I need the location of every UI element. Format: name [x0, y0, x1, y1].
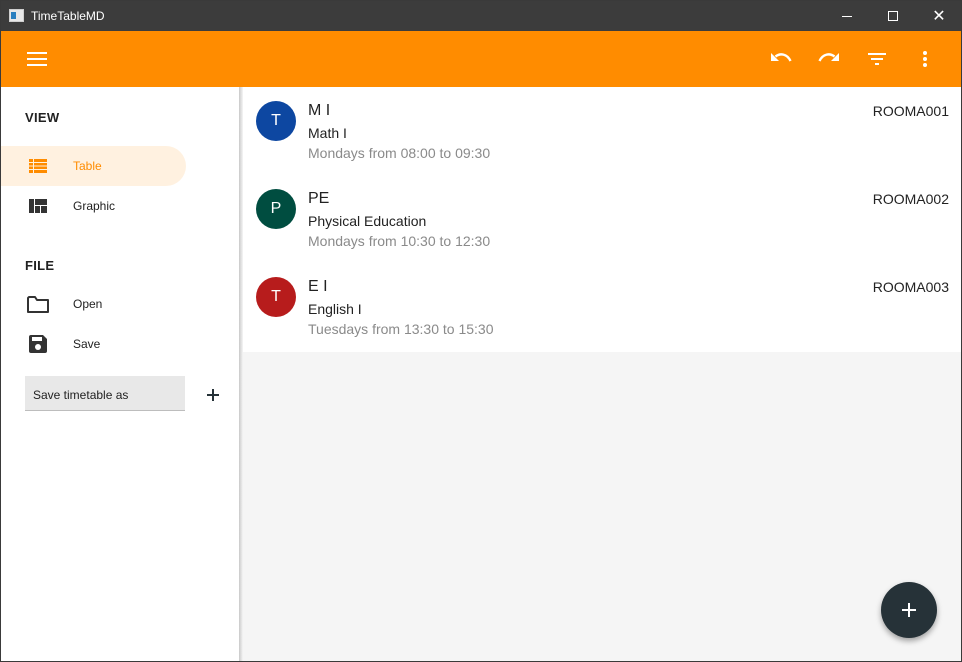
list-item[interactable]: P PE Physical Education Mondays from 10:…: [243, 175, 961, 263]
add-icon: [902, 603, 916, 617]
sidebar-item-graphic[interactable]: Graphic: [1, 186, 186, 226]
item-title: PE: [308, 190, 330, 207]
dashboard-icon: [27, 196, 49, 216]
list-item[interactable]: T E I English I Tuesdays from 13:30 to 1…: [243, 263, 961, 351]
item-room: ROOMA002: [872, 191, 949, 207]
item-schedule: Mondays from 10:30 to 12:30: [308, 233, 491, 249]
save-icon: [27, 334, 49, 354]
undo-button[interactable]: [761, 39, 801, 79]
item-room: ROOMA003: [872, 279, 949, 295]
timetable-list: T M I Math I Mondays from 08:00 to 09:30…: [243, 87, 961, 352]
table-icon: [27, 156, 49, 176]
add-save-as-button[interactable]: [201, 383, 225, 407]
sidebar: VIEW Table Graphic FILE Open Save Save t…: [1, 87, 239, 661]
item-schedule: Tuesdays from 13:30 to 15:30: [308, 321, 494, 337]
filter-button[interactable]: [857, 39, 897, 79]
maximize-button[interactable]: [870, 1, 916, 31]
menu-button[interactable]: [17, 39, 57, 79]
minimize-icon: [842, 15, 852, 17]
file-section-header: FILE: [25, 258, 55, 273]
view-section-header: VIEW: [25, 110, 60, 125]
sidebar-item-label: Save: [73, 337, 101, 351]
item-subtitle: Physical Education: [308, 213, 427, 229]
redo-icon: [818, 53, 839, 62]
filter-icon: [868, 53, 886, 65]
avatar: P: [256, 189, 296, 229]
sidebar-item-open[interactable]: Open: [1, 284, 186, 324]
plus-icon: [207, 389, 219, 401]
more-options-button[interactable]: [905, 39, 945, 79]
more-vert-icon: [923, 51, 927, 67]
item-title: M I: [308, 102, 331, 119]
item-subtitle: English I: [308, 301, 362, 317]
sidebar-item-label: Graphic: [73, 199, 116, 213]
save-as-input[interactable]: Save timetable as: [25, 376, 185, 411]
add-entry-fab[interactable]: [881, 582, 937, 638]
save-as-placeholder: Save timetable as: [33, 388, 129, 402]
title-bar: TimeTableMD ✕: [1, 1, 961, 31]
sidebar-item-save[interactable]: Save: [1, 324, 186, 364]
item-schedule: Mondays from 08:00 to 09:30: [308, 145, 491, 161]
maximize-icon: [888, 11, 898, 21]
item-subtitle: Math I: [308, 125, 347, 141]
avatar: T: [256, 277, 296, 317]
sidebar-item-label: Open: [73, 297, 103, 311]
folder-icon: [27, 294, 49, 314]
app-window: TimeTableMD ✕ VIEW Table Graphic FILE Op…: [0, 0, 962, 662]
app-bar: [1, 31, 961, 87]
minimize-button[interactable]: [824, 1, 870, 31]
avatar: T: [256, 101, 296, 141]
item-room: ROOMA001: [872, 103, 949, 119]
sidebar-item-label: Table: [73, 159, 102, 173]
close-icon: ✕: [932, 6, 946, 25]
window-title: TimeTableMD: [31, 9, 105, 23]
close-button[interactable]: ✕: [916, 1, 961, 31]
redo-button[interactable]: [809, 39, 849, 79]
menu-icon: [27, 52, 47, 66]
app-icon: [9, 9, 24, 22]
list-item[interactable]: T M I Math I Mondays from 08:00 to 09:30…: [243, 87, 961, 175]
sidebar-item-table[interactable]: Table: [1, 146, 186, 186]
undo-icon: [771, 53, 792, 62]
item-title: E I: [308, 278, 328, 295]
